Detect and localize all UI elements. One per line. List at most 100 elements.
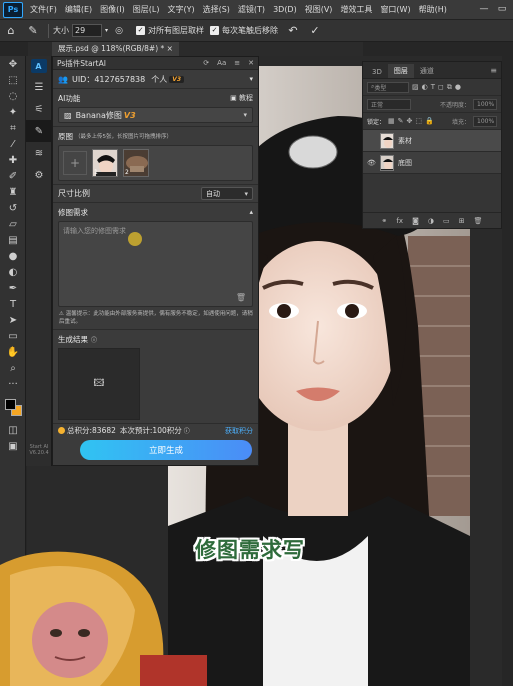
blur-tool-icon[interactable]: ●: [0, 248, 26, 264]
menu-help[interactable]: 帮助(H): [415, 4, 451, 15]
adjustment-layer-icon[interactable]: ◑: [428, 217, 434, 225]
type-tool-icon[interactable]: T: [0, 296, 26, 312]
group-icon[interactable]: ▭: [443, 217, 450, 225]
menu-image[interactable]: 图像(I): [96, 4, 129, 15]
earn-points-link[interactable]: 获取积分: [225, 426, 253, 436]
confirm-icon[interactable]: ✓: [304, 22, 326, 40]
layer-filter-select[interactable]: ⌕ 类型: [367, 81, 409, 93]
gradient-tool-icon[interactable]: ▤: [0, 232, 26, 248]
result-preview[interactable]: 🖾: [58, 348, 140, 420]
adjustment-filter-icon[interactable]: ◐: [422, 83, 428, 92]
auto-clean-checkbox[interactable]: ✓: [210, 26, 220, 35]
more-tools-icon[interactable]: ···: [0, 376, 26, 392]
opacity-input[interactable]: 100%: [473, 98, 497, 110]
prompt-input[interactable]: 请输入您的修图需求 🗑: [58, 221, 253, 307]
lock-artboard-icon[interactable]: ⬚: [415, 117, 422, 125]
restore-icon[interactable]: ▭: [495, 2, 509, 16]
lock-move-icon[interactable]: ✥: [407, 117, 413, 125]
menu-file[interactable]: 文件(F): [26, 4, 61, 15]
tab-channels[interactable]: 通道: [414, 64, 440, 78]
lasso-tool-icon[interactable]: ◌: [0, 88, 26, 104]
sample-all-layers-checkbox[interactable]: ✓: [136, 26, 146, 35]
screen-mode-icon[interactable]: ▣: [0, 438, 26, 454]
menu-plugins[interactable]: 增效工具: [336, 4, 376, 15]
minimize-icon[interactable]: —: [477, 2, 491, 16]
menu-select[interactable]: 选择(S): [199, 4, 234, 15]
generate-button[interactable]: 立即生成: [80, 440, 252, 460]
menu-layer[interactable]: 图层(L): [129, 4, 164, 15]
marquee-tool-icon[interactable]: ⬚: [0, 72, 26, 88]
color-swatches[interactable]: [0, 392, 25, 422]
menu-3d[interactable]: 3D(D): [269, 5, 301, 14]
chevron-down-icon[interactable]: ▾: [249, 75, 253, 83]
panel-menu-icon[interactable]: ≡: [490, 66, 497, 75]
quick-mask-icon[interactable]: ◫: [0, 422, 26, 438]
undo-icon[interactable]: ↶: [282, 22, 304, 40]
info-circle-icon[interactable]: ⓘ: [184, 426, 190, 435]
collapse-icon[interactable]: ▴: [249, 208, 253, 216]
close-tab-icon[interactable]: ×: [167, 44, 173, 53]
menu-type[interactable]: 文字(Y): [163, 4, 198, 15]
lock-all-icon[interactable]: 🔒: [425, 117, 434, 125]
close-icon[interactable]: ✕: [248, 59, 254, 67]
tutorial-link[interactable]: ▣ 教程: [230, 93, 253, 103]
new-layer-icon[interactable]: ⊞: [459, 217, 465, 225]
account-row[interactable]: 👥 UID：4127657838 个人 V3 ▾: [53, 70, 258, 88]
crop-tool-icon[interactable]: ⌗: [0, 120, 26, 136]
source-thumbnail[interactable]: 1: [92, 149, 118, 177]
history-brush-tool-icon[interactable]: ↺: [0, 200, 26, 216]
healing-brush-tool-icon[interactable]: ✚: [0, 152, 26, 168]
settings-icon[interactable]: ⚙: [26, 164, 52, 186]
dodge-tool-icon[interactable]: ◐: [0, 264, 26, 280]
shape-filter-icon[interactable]: ◻: [438, 83, 444, 92]
filter-toggle-icon[interactable]: ●: [455, 83, 461, 92]
link-icon[interactable]: ⚭: [382, 217, 388, 225]
fill-input[interactable]: 100%: [473, 115, 497, 127]
menu-view[interactable]: 视图(V): [301, 4, 337, 15]
menu-list-icon[interactable]: ☰: [26, 76, 52, 98]
add-image-button[interactable]: +: [63, 151, 87, 175]
rectangle-tool-icon[interactable]: ▭: [0, 328, 26, 344]
blend-mode-select[interactable]: 正常: [367, 98, 411, 110]
menu-edit[interactable]: 编辑(E): [61, 4, 96, 15]
brush-settings-icon[interactable]: ◎: [108, 22, 130, 40]
move-tool-icon[interactable]: ✥: [0, 56, 26, 72]
source-thumbnail[interactable]: 2: [123, 149, 149, 177]
type-filter-icon[interactable]: T: [431, 83, 435, 92]
zoom-tool-icon[interactable]: ⌕: [0, 360, 26, 376]
startai-logo-icon[interactable]: A: [30, 59, 47, 73]
menu-window[interactable]: 窗口(W): [376, 4, 414, 15]
pixel-filter-icon[interactable]: ▨: [412, 83, 419, 92]
menu-filter[interactable]: 滤镜(T): [234, 4, 269, 15]
eye-icon[interactable]: 👁: [367, 159, 376, 167]
brush-size-input[interactable]: 29: [72, 24, 102, 37]
font-size-icon[interactable]: Aa: [217, 59, 226, 67]
eraser-tool-icon[interactable]: ▱: [0, 216, 26, 232]
foreground-color-swatch[interactable]: [5, 399, 16, 410]
stamp-tool-icon[interactable]: ♜: [0, 184, 26, 200]
brush-edit-icon[interactable]: ✎: [26, 120, 52, 142]
ratio-select[interactable]: 自动 ▾: [201, 187, 253, 200]
refresh-icon[interactable]: ⟳: [203, 59, 209, 67]
layers-stack-icon[interactable]: ≋: [26, 142, 52, 164]
path-select-tool-icon[interactable]: ➤: [0, 312, 26, 328]
fx-icon[interactable]: fx: [396, 217, 403, 225]
quick-select-tool-icon[interactable]: ✦: [0, 104, 26, 120]
layer-item[interactable]: 👁 底图: [363, 152, 501, 174]
layer-item[interactable]: 素材: [363, 130, 501, 152]
smart-object-filter-icon[interactable]: ⧉: [447, 83, 452, 92]
sliders-icon[interactable]: ⚟: [26, 98, 52, 120]
lock-paint-icon[interactable]: ✎: [398, 117, 404, 125]
trash-icon[interactable]: 🗑: [236, 293, 246, 302]
eyedropper-tool-icon[interactable]: ⁄: [0, 136, 26, 152]
document-tab[interactable]: 展示.psd @ 118%(RGB/8#) * ×: [52, 42, 179, 56]
spot-healing-icon[interactable]: ✎: [22, 22, 44, 40]
panel-menu-icon[interactable]: ≡: [234, 59, 240, 67]
tab-3d[interactable]: 3D: [366, 66, 388, 78]
home-icon[interactable]: ⌂: [0, 22, 22, 40]
hand-tool-icon[interactable]: ✋: [0, 344, 26, 360]
brush-tool-icon[interactable]: ✐: [0, 168, 26, 184]
info-circle-icon[interactable]: ⓘ: [91, 335, 97, 344]
ai-function-select[interactable]: ▨ Banana修图 V3 ▾: [58, 107, 253, 123]
pen-tool-icon[interactable]: ✒: [0, 280, 26, 296]
